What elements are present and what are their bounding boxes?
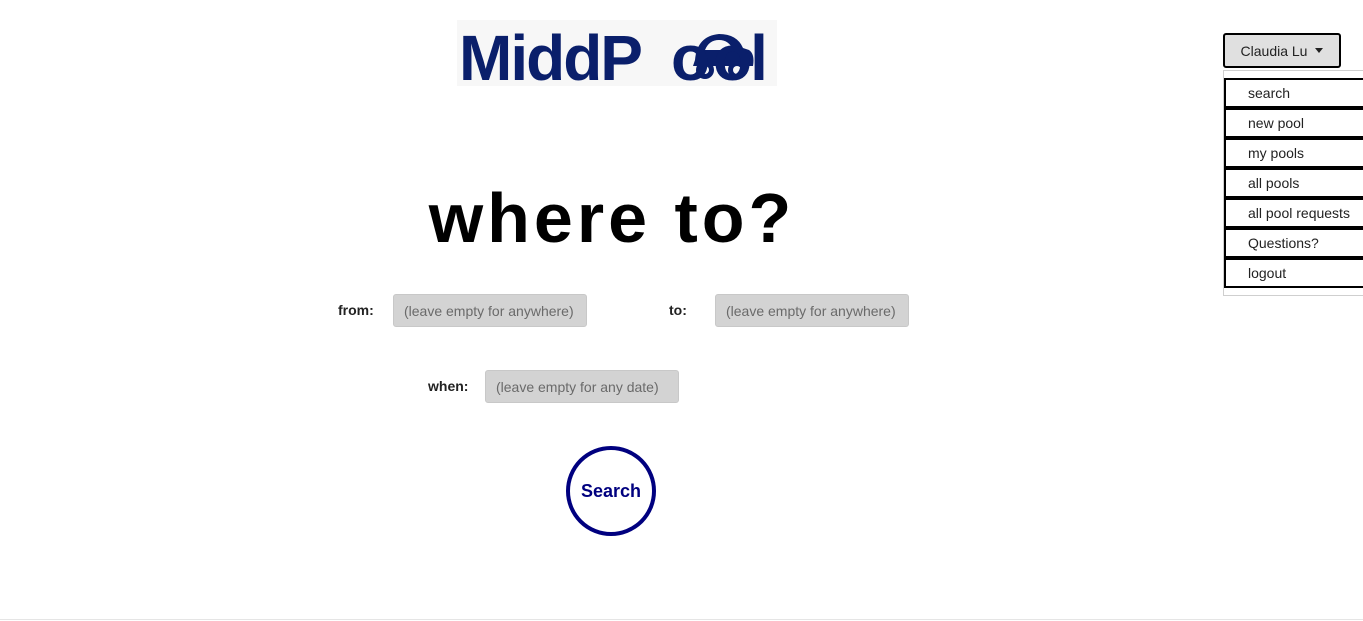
menu-item-my-pools[interactable]: my pools (1224, 138, 1363, 168)
to-label: to: (669, 302, 687, 318)
menu-item-new-pool[interactable]: new pool (1224, 108, 1363, 138)
when-input[interactable] (485, 370, 679, 403)
footer-divider (0, 619, 1363, 620)
middpool-logo: MiddP o ol (457, 20, 777, 86)
user-name: Claudia Lu (1240, 42, 1308, 59)
from-label: from: (338, 302, 374, 318)
from-input[interactable] (393, 294, 587, 327)
to-input[interactable] (715, 294, 909, 327)
menu-item-all-pools[interactable]: all pools (1224, 168, 1363, 198)
svg-text:o: o (671, 22, 708, 86)
page-title: where to? (428, 179, 796, 257)
logo-text-part1: MiddP (459, 22, 641, 86)
user-dropdown-menu: search new pool my pools all pools all p… (1223, 70, 1363, 296)
user-menu-button[interactable]: Claudia Lu (1223, 33, 1341, 68)
menu-item-search[interactable]: search (1224, 78, 1363, 108)
caret-down-icon (1315, 48, 1324, 53)
when-label: when: (428, 378, 469, 394)
menu-item-all-pool-requests[interactable]: all pool requests (1224, 198, 1363, 228)
search-button[interactable]: Search (566, 446, 656, 536)
menu-item-questions[interactable]: Questions? (1224, 228, 1363, 258)
logo-text-part2: ol (713, 22, 766, 86)
menu-item-logout[interactable]: logout (1224, 258, 1363, 288)
